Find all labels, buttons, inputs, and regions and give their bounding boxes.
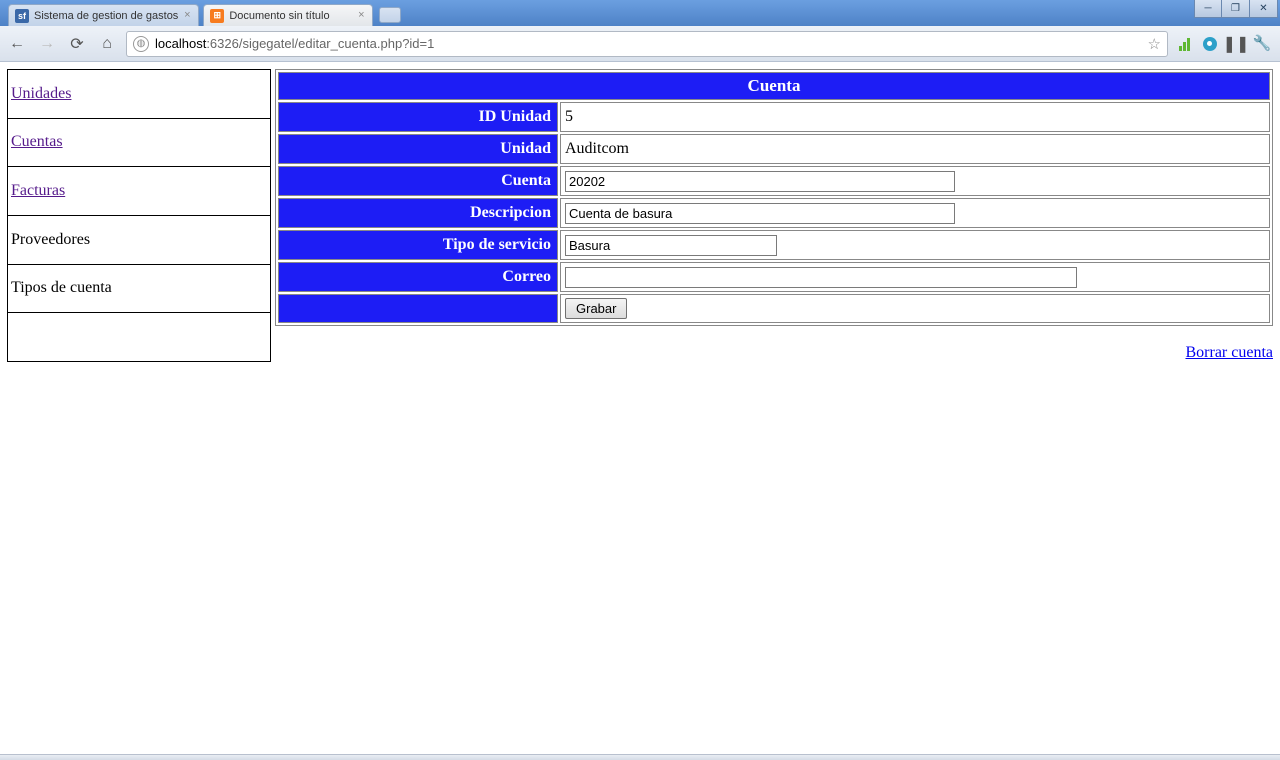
address-bar[interactable]: ◍ localhost:6326/sigegatel/editar_cuenta… [126,31,1168,57]
favicon-icon: ⊞ [210,9,224,23]
label-cuenta: Cuenta [278,166,558,196]
browser-tab-1[interactable]: sf Sistema de gestion de gastos × [8,4,199,26]
globe-icon: ◍ [133,36,149,52]
sidebar-link[interactable]: Facturas [11,182,65,199]
sidebar-item-tipos-cuenta[interactable]: Tipos de cuenta [8,264,271,313]
back-button[interactable]: ← [6,33,28,55]
reload-button[interactable]: ⟳ [66,33,88,55]
tab-title: Documento sin título [229,10,329,22]
label-unidad: Unidad [278,134,558,164]
sidebar-item-cuentas[interactable]: Cuentas [8,118,271,167]
extension-eye-icon[interactable] [1202,36,1218,52]
label-empty [278,294,558,323]
tipo-servicio-input[interactable] [565,235,777,256]
label-descripcion: Descripcion [278,198,558,228]
close-tab-icon[interactable]: × [355,9,367,21]
new-tab-button[interactable] [379,7,401,23]
sidebar-label: Tipos de cuenta [11,279,112,296]
sidebar-item-facturas[interactable]: Facturas [8,167,271,216]
sidebar-item-proveedores[interactable]: Proveedores [8,215,271,264]
cuenta-form-table: Cuenta ID Unidad 5 Unidad Auditcom Cuent… [275,69,1273,326]
correo-input[interactable] [565,267,1077,288]
value-id-unidad: 5 [560,102,1270,132]
value-unidad: Auditcom [560,134,1270,164]
browser-tab-2[interactable]: ⊞ Documento sin título × [203,4,373,26]
sidebar-nav: Unidades Cuentas Facturas Proveedores Ti… [7,69,271,362]
browser-toolbar: ← → ⟳ ⌂ ◍ localhost:6326/sigegatel/edita… [0,26,1280,62]
extension-bars-icon[interactable] [1176,36,1192,52]
tab-strip: sf Sistema de gestion de gastos × ⊞ Docu… [0,0,1280,26]
status-bar [0,754,1280,760]
sidebar-link[interactable]: Unidades [11,85,71,102]
url-host: localhost [155,36,206,51]
tab-title: Sistema de gestion de gastos [34,10,178,22]
descripcion-input[interactable] [565,203,955,224]
window-maximize-button[interactable]: ❐ [1222,0,1250,18]
favicon-icon: sf [15,9,29,23]
label-correo: Correo [278,262,558,292]
sidebar-item-unidades[interactable]: Unidades [8,70,271,119]
url-path: :6326/sigegatel/editar_cuenta.php?id=1 [206,36,434,51]
sidebar-link[interactable]: Cuentas [11,133,63,150]
window-close-button[interactable]: ✕ [1250,0,1278,18]
label-id-unidad: ID Unidad [278,102,558,132]
cuenta-input[interactable] [565,171,955,192]
form-header: Cuenta [278,72,1270,100]
label-tipo-servicio: Tipo de servicio [278,230,558,260]
forward-button[interactable]: → [36,33,58,55]
grabar-button[interactable] [565,298,627,319]
home-button[interactable]: ⌂ [96,33,118,55]
borrar-cuenta-link[interactable]: Borrar cuenta [1185,344,1273,361]
close-tab-icon[interactable]: × [181,9,193,21]
settings-wrench-icon[interactable]: 🔧 [1254,36,1270,52]
sidebar-item-empty [8,313,271,362]
sidebar-label: Proveedores [11,231,90,248]
extension-sound-icon[interactable]: ❚❚ [1228,36,1244,52]
window-minimize-button[interactable]: ─ [1194,0,1222,18]
bookmark-star-icon[interactable]: ☆ [1148,35,1161,53]
